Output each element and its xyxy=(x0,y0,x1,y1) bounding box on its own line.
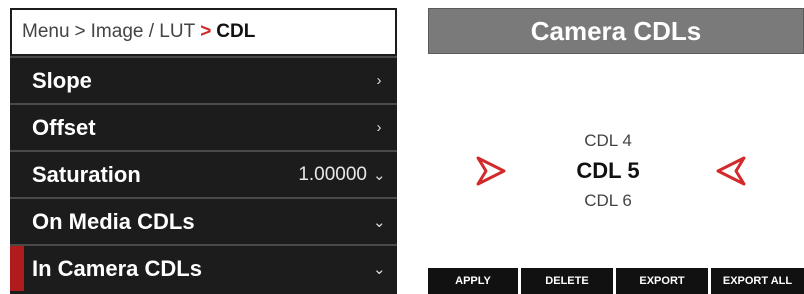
chevron-right-icon: › xyxy=(376,119,382,136)
menu-item-label: Saturation xyxy=(32,161,141,187)
menu-item-saturation[interactable]: Saturation 1.00000 ⌄ xyxy=(10,150,397,197)
list-item-selected[interactable]: CDL 5 xyxy=(548,156,668,186)
breadcrumb-menu[interactable]: Menu xyxy=(22,21,70,43)
menu-item-label: Offset xyxy=(32,114,96,140)
menu-item-slope[interactable]: Slope › xyxy=(10,56,397,103)
breadcrumb-separator-active: > xyxy=(200,21,212,42)
saturation-value: 1.00000 xyxy=(298,163,367,185)
chevron-down-icon: ⌄ xyxy=(373,166,386,184)
camera-cdls-panel: Camera CDLs CDL 4 CDL 5 CDL 6 APPLY DELE… xyxy=(428,8,804,294)
menu-item-in-camera-cdls[interactable]: In Camera CDLs ⌄ xyxy=(10,244,397,291)
breadcrumb-image-lut[interactable]: Image / LUT xyxy=(91,21,196,43)
delete-button[interactable]: DELETE xyxy=(521,268,613,294)
export-button[interactable]: EXPORT xyxy=(616,268,708,294)
menu-item-on-media-cdls[interactable]: On Media CDLs ⌄ xyxy=(10,197,397,244)
arrow-left-icon[interactable] xyxy=(714,154,748,188)
breadcrumb-current: CDL xyxy=(216,21,256,42)
chevron-right-icon: › xyxy=(376,72,382,89)
softkey-bar: APPLY DELETE EXPORT EXPORT ALL xyxy=(428,268,804,294)
menu-item-offset[interactable]: Offset › xyxy=(10,103,397,150)
export-all-button[interactable]: EXPORT ALL xyxy=(711,268,804,294)
list-item[interactable]: CDL 4 xyxy=(548,126,668,156)
chevron-down-icon: ⌄ xyxy=(373,260,386,278)
menu-item-label: Slope xyxy=(32,67,92,93)
menu-item-label: On Media CDLs xyxy=(32,208,195,234)
cdl-selector: CDL 4 CDL 5 CDL 6 xyxy=(428,54,804,268)
arrow-right-icon[interactable] xyxy=(474,154,508,188)
cdl-menu-panel: Menu > Image / LUT > CDL Slope › Offset … xyxy=(10,8,397,294)
apply-button[interactable]: APPLY xyxy=(428,268,518,294)
menu-item-label: In Camera CDLs xyxy=(32,255,202,281)
selection-marker xyxy=(10,246,24,291)
chevron-down-icon: ⌄ xyxy=(373,213,386,231)
breadcrumb: Menu > Image / LUT > CDL xyxy=(10,8,397,56)
list-item[interactable]: CDL 6 xyxy=(548,186,668,216)
breadcrumb-separator: > xyxy=(74,21,86,42)
cdl-list: CDL 4 CDL 5 CDL 6 xyxy=(548,126,668,216)
panel-title: Camera CDLs xyxy=(428,8,804,54)
